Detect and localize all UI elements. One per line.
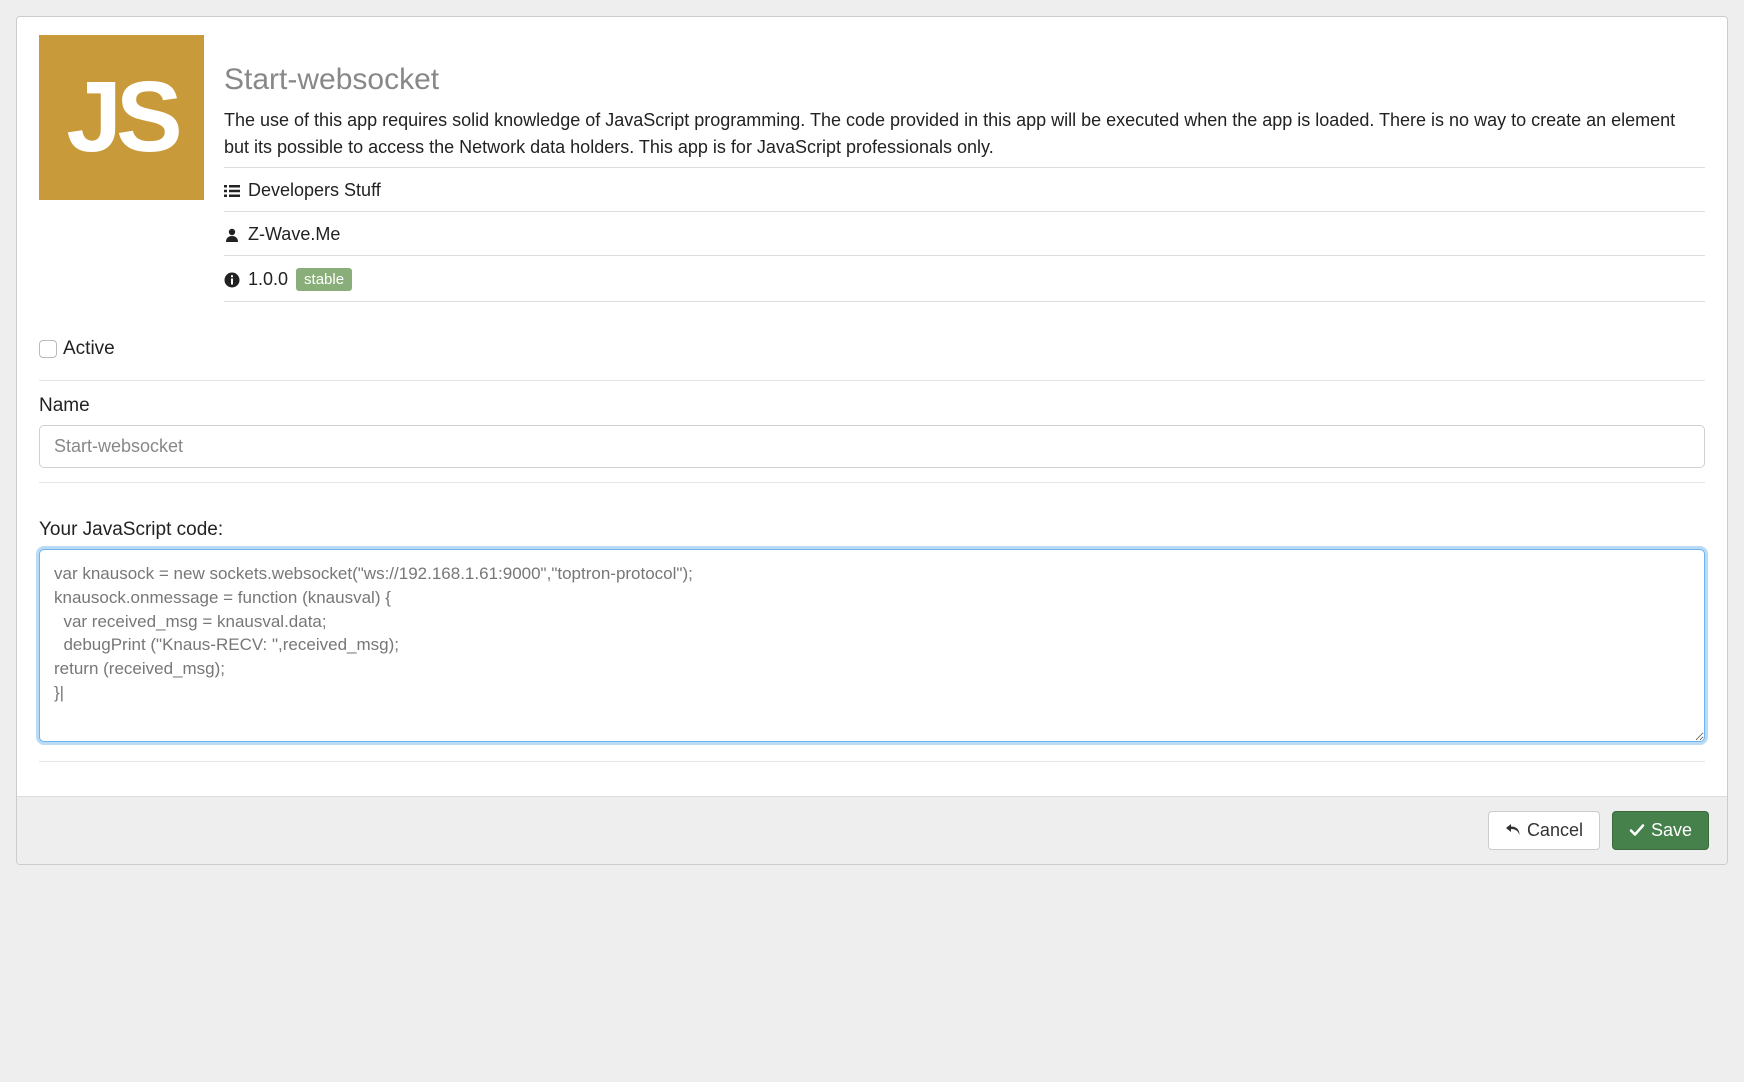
category-label: Developers Stuff	[248, 180, 381, 201]
save-label: Save	[1651, 820, 1692, 841]
form-section: Active Name Your JavaScript code:	[39, 338, 1705, 762]
name-input[interactable]	[39, 425, 1705, 468]
app-header: JS Start-websocket The use of this app r…	[39, 35, 1705, 302]
category-row: Developers Stuff	[224, 167, 1705, 211]
divider	[39, 482, 1705, 483]
cancel-label: Cancel	[1527, 820, 1583, 841]
active-checkbox[interactable]	[39, 340, 57, 358]
stability-badge: stable	[296, 268, 352, 291]
panel-body: JS Start-websocket The use of this app r…	[17, 17, 1727, 796]
app-icon-text: JS	[66, 60, 176, 175]
cancel-button[interactable]: Cancel	[1488, 811, 1600, 850]
header-content: Start-websocket The use of this app requ…	[224, 35, 1705, 302]
info-icon	[224, 272, 240, 288]
author-row: Z-Wave.Me	[224, 211, 1705, 255]
app-icon: JS	[39, 35, 204, 200]
app-description: The use of this app requires solid knowl…	[224, 107, 1705, 161]
check-icon	[1629, 822, 1645, 838]
version-label: 1.0.0	[248, 269, 288, 290]
name-group: Name	[39, 380, 1705, 483]
divider	[39, 761, 1705, 762]
code-label: Your JavaScript code:	[39, 519, 1705, 541]
author-label: Z-Wave.Me	[248, 224, 340, 245]
name-label: Name	[39, 395, 1705, 417]
code-group: Your JavaScript code:	[39, 519, 1705, 762]
divider	[39, 380, 1705, 381]
app-title: Start-websocket	[224, 63, 1705, 97]
list-icon	[224, 183, 240, 199]
user-icon	[224, 227, 240, 243]
active-label[interactable]: Active	[63, 338, 115, 360]
undo-icon	[1505, 822, 1521, 838]
code-textarea[interactable]	[39, 549, 1705, 742]
app-config-panel: JS Start-websocket The use of this app r…	[16, 16, 1728, 865]
footer-actions: Cancel Save	[17, 796, 1727, 864]
active-row: Active	[39, 338, 1705, 360]
version-row: 1.0.0 stable	[224, 255, 1705, 302]
save-button[interactable]: Save	[1612, 811, 1709, 850]
